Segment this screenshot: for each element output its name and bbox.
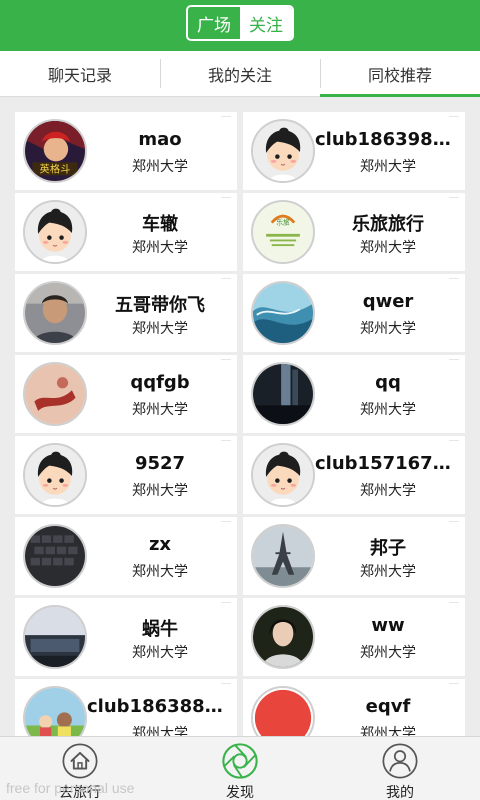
nav-mine-label: 我的 — [386, 785, 414, 800]
user-school: 郑州大学 — [132, 240, 188, 256]
user-card[interactable]: 乐旅 乐旅旅行郑州大学 — [243, 193, 465, 271]
card-corner-mark — [221, 359, 231, 360]
anime-scene-avatar[interactable] — [23, 686, 87, 736]
user-name: 蜗牛 — [142, 619, 178, 640]
card-corner-mark — [449, 440, 459, 441]
user-school: 郑州大学 — [360, 483, 416, 499]
user-school: 郑州大学 — [132, 564, 188, 580]
user-card[interactable]: ww 郑州大学 — [243, 598, 465, 676]
card-corner-mark — [221, 440, 231, 441]
default-cartoon-avatar[interactable] — [23, 443, 87, 507]
user-school: 郑州大学 — [360, 240, 416, 256]
user-school: 郑州大学 — [132, 159, 188, 175]
keyboard-photo-avatar[interactable] — [23, 524, 87, 588]
user-school: 郑州大学 — [360, 321, 416, 337]
user-card[interactable]: club1863989... 郑州大学 — [243, 112, 465, 190]
game-character-avatar[interactable]: 英格斗 — [23, 119, 87, 183]
card-corner-mark — [221, 521, 231, 522]
user-school: 郑州大学 — [360, 159, 416, 175]
tab-school-recommend[interactable]: 同校推荐 — [320, 51, 480, 97]
card-corner-mark — [449, 521, 459, 522]
user-name: club1863883... — [87, 696, 233, 717]
svg-text:英格斗: 英格斗 — [40, 163, 71, 176]
user-name: qwer — [362, 291, 414, 312]
dark-photo-avatar[interactable] — [251, 362, 315, 426]
card-corner-mark — [449, 116, 459, 117]
user-name: zx — [148, 534, 172, 555]
user-grid: 英格斗 mao 郑州大学 club1863989... 郑州大学 车辙 郑州大学 乐旅 乐旅旅行… — [15, 112, 465, 736]
user-school: 郑州大学 — [132, 483, 188, 499]
card-corner-mark — [449, 197, 459, 198]
card-corner-mark — [449, 683, 459, 684]
user-school: 郑州大学 — [132, 402, 188, 418]
svg-text:乐旅: 乐旅 — [276, 218, 290, 227]
user-school: 郑州大学 — [360, 726, 416, 736]
user-name: 邦子 — [370, 538, 406, 559]
eiffel-tower-avatar[interactable] — [251, 524, 315, 588]
ocean-wave-avatar[interactable] — [251, 281, 315, 345]
sub-tabs: 聊天记录 我的关注 同校推荐 — [0, 51, 480, 97]
user-name: 车辙 — [142, 214, 178, 235]
tab-my-follows[interactable]: 我的关注 — [160, 51, 320, 96]
nav-discover-label: 发现 — [226, 785, 254, 800]
user-card[interactable]: 蜗牛 郑州大学 — [15, 598, 237, 676]
user-name: qqfgb — [130, 372, 190, 393]
card-corner-mark — [449, 278, 459, 279]
user-card[interactable]: 五哥带你飞 郑州大学 — [15, 274, 237, 352]
user-card[interactable]: qq 郑州大学 — [243, 355, 465, 433]
user-card[interactable]: eqvf 郑州大学 — [243, 679, 465, 736]
segment-plaza[interactable]: 广场 — [188, 7, 240, 39]
card-corner-mark — [221, 116, 231, 117]
user-name: ww — [371, 615, 405, 636]
feed-segment-control: 广场 关注 — [186, 5, 294, 41]
default-cartoon-avatar[interactable] — [23, 200, 87, 264]
girl-photo-avatar[interactable] — [251, 605, 315, 669]
red-circle-avatar[interactable] — [251, 686, 315, 736]
user-name: qq — [375, 372, 401, 393]
user-card[interactable]: 英格斗 mao 郑州大学 — [15, 112, 237, 190]
nav-mine[interactable]: 我的 — [320, 737, 480, 800]
user-name: club1863989... — [315, 129, 461, 150]
user-school: 郑州大学 — [360, 645, 416, 661]
user-card[interactable]: club1571672... 郑州大学 — [243, 436, 465, 514]
skin-photo-avatar[interactable] — [23, 362, 87, 426]
user-card[interactable]: 邦子 郑州大学 — [243, 517, 465, 595]
landscape-photo-avatar[interactable] — [23, 605, 87, 669]
user-name: 9527 — [134, 453, 186, 474]
card-corner-mark — [221, 602, 231, 603]
user-card[interactable]: 9527 郑州大学 — [15, 436, 237, 514]
segment-following[interactable]: 关注 — [240, 7, 292, 39]
card-corner-mark — [221, 278, 231, 279]
user-school: 郑州大学 — [132, 321, 188, 337]
user-icon — [381, 742, 419, 780]
app-header: 广场 关注 — [0, 0, 480, 51]
logo-avatar[interactable]: 乐旅 — [251, 200, 315, 264]
user-school: 郑州大学 — [360, 402, 416, 418]
watermark-text: free for personal use — [6, 780, 135, 796]
card-corner-mark — [221, 683, 231, 684]
user-name: mao — [138, 129, 182, 150]
user-name: 乐旅旅行 — [352, 214, 424, 235]
user-school: 郑州大学 — [132, 726, 188, 736]
user-card[interactable]: qqfgb 郑州大学 — [15, 355, 237, 433]
card-corner-mark — [449, 359, 459, 360]
user-name: eqvf — [365, 696, 411, 717]
default-cartoon-avatar[interactable] — [251, 119, 315, 183]
user-name: club1571672... — [315, 453, 461, 474]
home-icon — [61, 742, 99, 780]
user-name: 五哥带你飞 — [115, 295, 205, 316]
user-card[interactable]: club1863883... 郑州大学 — [15, 679, 237, 736]
default-cartoon-avatar[interactable] — [251, 443, 315, 507]
user-card[interactable]: 车辙 郑州大学 — [15, 193, 237, 271]
user-school: 郑州大学 — [132, 645, 188, 661]
nav-discover[interactable]: 发现 — [160, 737, 320, 800]
tab-chat-history[interactable]: 聊天记录 — [0, 51, 160, 96]
user-school: 郑州大学 — [360, 564, 416, 580]
card-corner-mark — [221, 197, 231, 198]
portrait-photo-avatar[interactable] — [23, 281, 87, 345]
aperture-icon — [221, 742, 259, 780]
user-card[interactable]: zx 郑州大学 — [15, 517, 237, 595]
user-card[interactable]: qwer 郑州大学 — [243, 274, 465, 352]
card-corner-mark — [449, 602, 459, 603]
